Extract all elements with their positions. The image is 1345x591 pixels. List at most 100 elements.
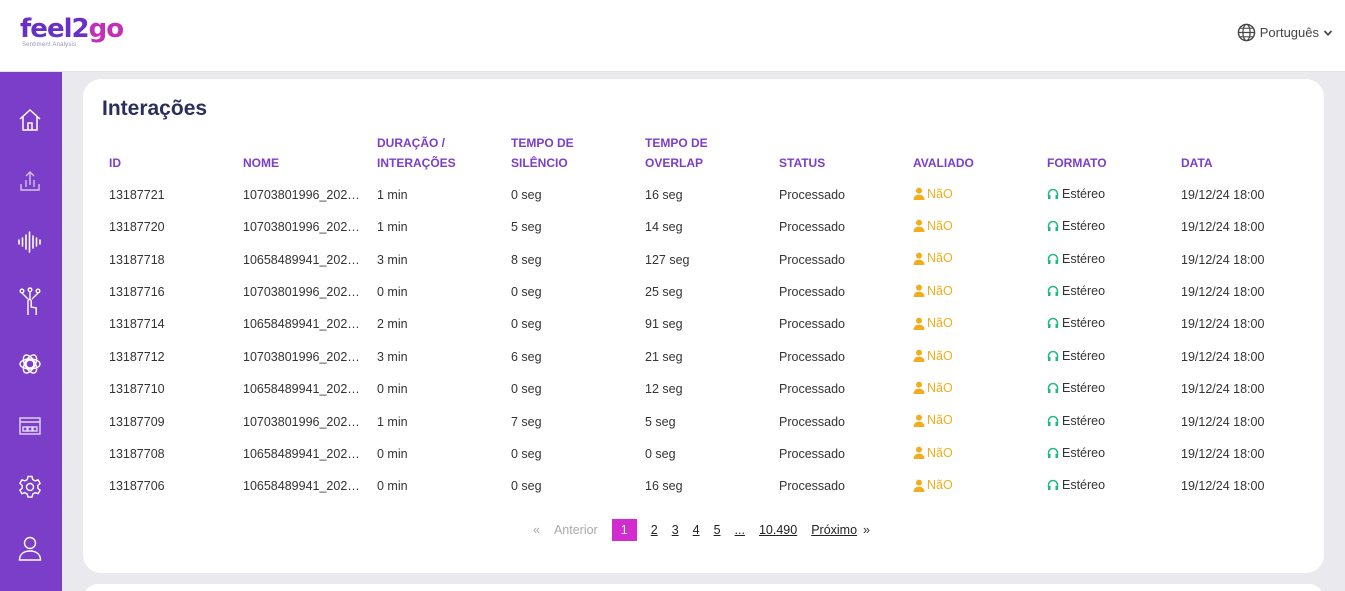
cell-formato: Estéreo [1040,173,1174,211]
cell-duracao: 2 min [377,317,408,332]
cell-formato: Estéreo [1040,308,1174,340]
cell-silencio: 8 seg [511,252,542,267]
cell-silencio: 0 seg [511,284,542,299]
cell-status: Processado [779,414,846,429]
cell-overlap: 91 seg [645,317,683,332]
cell-data: 19/12/24 18:00 [1181,252,1265,267]
user-icon [913,187,925,201]
page-ellipsis[interactable]: ... [735,523,745,537]
page-link[interactable]: 5 [714,523,721,537]
cell-overlap: 5 seg [645,414,676,429]
cell-data: 19/12/24 18:00 [1181,284,1265,299]
avaliado-badge: NãO [913,187,953,201]
table-row[interactable]: 13187718 10658489941_202… 3 min 8 seg 127 se… [102,243,1308,275]
page-current[interactable]: 1 [611,519,637,541]
language-selector[interactable]: Português [1237,23,1333,42]
table-row[interactable]: 13187709 10703801996_202… 1 min 7 seg 5 seg P… [102,405,1308,437]
page-link-last[interactable]: 10.490 [759,523,797,537]
cell-formato: Estéreo [1040,405,1174,437]
page-link[interactable]: 2 [651,523,658,537]
table-row[interactable]: 13187710 10658489941_202… 0 min 0 seg 12 seg… [102,373,1308,405]
audio-wave-icon [18,231,41,253]
avaliado-badge: NãO [913,349,953,363]
formato-badge: Estéreo [1047,252,1105,266]
cell-formato: Estéreo [1040,211,1174,243]
prev-arrow: « [533,523,540,537]
cell-avaliado: NãO [906,373,1040,405]
table-row[interactable]: 13187706 10658489941_202… 0 min 0 seg 16 seg… [102,470,1308,502]
next-page-link[interactable]: Próximo [811,523,857,537]
cell-id: 13187718 [109,252,165,267]
cell-id: 13187714 [109,317,165,332]
avaliado-badge: NãO [913,446,953,460]
col-silencio[interactable]: TEMPO DE SILÊNCIO [504,133,638,173]
cell-data: 19/12/24 18:00 [1181,220,1265,235]
cell-overlap: 16 seg [645,188,683,202]
headphones-icon [1047,285,1059,296]
cell-formato: Estéreo [1040,276,1174,308]
headphones-icon [1047,415,1059,426]
table-row[interactable]: 13187720 10703801996_202… 1 min 5 seg 14 seg… [102,211,1308,243]
prev-page-link[interactable]: Anterior [554,523,598,537]
upload-icon [20,171,40,191]
cell-overlap: 12 seg [645,382,683,397]
cell-status: Processado [779,349,846,364]
cell-nome: 10703801996_202… [243,220,360,235]
cell-formato: Estéreo [1040,341,1174,373]
cell-avaliado: NãO [906,341,1040,373]
table-row[interactable]: 13187708 10658489941_202… 0 min 0 seg 0 seg P… [102,438,1308,470]
home-icon [19,108,41,131]
table-row[interactable]: 13187714 10658489941_202… 2 min 0 seg 91 seg… [102,308,1308,340]
touch-network-icon [19,287,41,315]
cell-data: 19/12/24 18:00 [1181,317,1265,332]
table-row[interactable]: 13187712 10703801996_202… 3 min 6 seg 21 seg… [102,341,1308,373]
page-link[interactable]: 4 [693,523,700,537]
cell-silencio: 0 seg [511,446,542,461]
user-icon [913,479,925,492]
sidebar-item-audio[interactable] [15,227,45,257]
dashboard-icon [19,417,41,435]
feel2go-logo[interactable]: feel2go Sentiment Analysis [20,14,124,54]
user-icon [913,381,925,395]
interactions-card: Interações ID NOME DURAÇÃO / INTERAÇÕES T… [83,79,1324,573]
sidebar-item-touch[interactable] [15,287,45,317]
formato-badge: Estéreo [1047,414,1105,428]
sidebar-item-dashboard[interactable] [15,411,45,441]
col-formato[interactable]: FORMATO [1040,133,1174,173]
cell-nome: 10658489941_202… [243,479,360,494]
cell-avaliado: NãO [906,243,1040,275]
col-overlap[interactable]: TEMPO DE OVERLAP [638,133,772,173]
sidebar-item-settings[interactable] [15,472,45,502]
sidebar-item-ai[interactable] [15,349,45,379]
cell-duracao: 3 min [377,252,408,267]
page-link[interactable]: 3 [672,523,679,537]
formato-badge: Estéreo [1047,478,1105,492]
col-data[interactable]: DATA [1174,133,1308,173]
cell-data: 19/12/24 18:00 [1181,349,1265,364]
cell-overlap: 14 seg [645,220,683,235]
sidebar-item-upload[interactable] [15,165,45,195]
cell-nome: 10703801996_202… [243,188,360,202]
cell-duracao: 0 min [377,479,408,494]
col-status[interactable]: STATUS [772,133,906,173]
cell-formato: Estéreo [1040,470,1174,502]
avaliado-badge: NãO [913,478,953,492]
col-nome[interactable]: NOME [236,133,370,173]
cell-formato: Estéreo [1040,373,1174,405]
table-row[interactable]: 13187716 10703801996_202… 0 min 0 seg 25 seg… [102,276,1308,308]
sidebar-item-home[interactable] [15,105,45,135]
col-id[interactable]: ID [102,133,236,173]
sidebar-item-user[interactable] [15,533,45,563]
cell-id: 13187712 [109,349,165,364]
col-duracao[interactable]: DURAÇÃO / INTERAÇÕES [370,133,504,173]
cell-formato: Estéreo [1040,438,1174,470]
sidebar [0,72,62,591]
top-bar: feel2go Sentiment Analysis Português [0,0,1345,72]
user-icon [913,220,925,233]
cell-id: 13187721 [109,188,165,202]
cell-nome: 10658489941_202… [243,382,360,397]
cell-id: 13187708 [109,446,165,461]
table-row[interactable]: 13187721 10703801996_202… 1 min 0 seg 16 seg… [102,173,1308,211]
col-avaliado[interactable]: AVALIADO [906,133,1040,173]
formato-badge: Estéreo [1047,446,1105,460]
